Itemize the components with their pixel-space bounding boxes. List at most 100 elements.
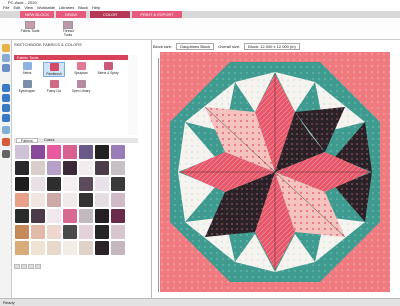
fabric-swatch[interactable] xyxy=(95,193,109,207)
block-name-field[interactable]: Dauphines Block xyxy=(176,43,215,50)
overall-size-field: Block: 12.000 x 12.000 (in) xyxy=(244,43,300,50)
fabric-swatch[interactable] xyxy=(63,241,77,255)
fabric-swatch[interactable] xyxy=(79,193,93,207)
fabric-tools-icon xyxy=(25,21,35,29)
fabric-swatch[interactable] xyxy=(31,177,45,191)
fabric-swatch[interactable] xyxy=(31,209,45,223)
panel-header: SKETCHBOOK FABRICS & COLORS xyxy=(14,42,82,47)
fabric-swatch[interactable] xyxy=(111,193,125,207)
color-wheel-icon[interactable] xyxy=(2,138,10,146)
fabric-swatch[interactable] xyxy=(79,241,93,255)
block-icon[interactable] xyxy=(2,44,10,52)
fabric-swatch[interactable] xyxy=(63,193,77,207)
fabric-swatch[interactable] xyxy=(31,145,45,159)
tab-new-block[interactable]: NEW BLOCK xyxy=(20,11,54,18)
fabric-swatch[interactable] xyxy=(63,225,77,239)
fabric-swatch[interactable] xyxy=(15,209,29,223)
fabric-swatch[interactable] xyxy=(79,209,93,223)
fabric-swatch[interactable] xyxy=(47,161,61,175)
tool-label: Fussy Cut xyxy=(46,89,62,93)
tab-color[interactable]: COLOR xyxy=(90,11,130,18)
fabric-swatch[interactable] xyxy=(79,177,93,191)
fabric-swatch[interactable] xyxy=(111,225,125,239)
fabric-swatch[interactable] xyxy=(79,145,93,159)
swatch-pager xyxy=(14,264,54,270)
page-last-button[interactable] xyxy=(35,264,41,269)
fabric-swatch[interactable] xyxy=(79,161,93,175)
panel-side-strip xyxy=(128,55,138,135)
fabric-swatch[interactable] xyxy=(31,161,45,175)
fabric-tools-button[interactable]: Fabric Tools xyxy=(20,21,40,37)
zoom-in-icon[interactable] xyxy=(2,84,10,92)
fabric-swatch[interactable] xyxy=(63,145,77,159)
fabric-swatch[interactable] xyxy=(63,177,77,191)
tab-print-export[interactable]: PRINT & EXPORT xyxy=(132,11,182,18)
fabric-swatch[interactable] xyxy=(95,161,109,175)
fabric-swatch[interactable] xyxy=(111,241,125,255)
status-bar: Ready xyxy=(0,298,400,306)
fabric-swatch[interactable] xyxy=(95,209,109,223)
project-icon[interactable] xyxy=(2,64,10,72)
tab-colors[interactable]: Colors xyxy=(40,138,58,143)
fabric-swatch[interactable] xyxy=(31,225,45,239)
fabric-swatch[interactable] xyxy=(111,177,125,191)
fabric-swatch[interactable] xyxy=(15,225,29,239)
quilt-block[interactable] xyxy=(160,52,390,292)
fabric-swatch[interactable] xyxy=(15,241,29,255)
thread-tools-button[interactable]: Thread Tools xyxy=(58,21,78,37)
tab-fabrics[interactable]: Fabrics xyxy=(16,138,38,143)
fabric-swatch[interactable] xyxy=(47,177,61,191)
select-spray-tool-button[interactable]: Select & Spray xyxy=(97,62,119,77)
pan-icon[interactable] xyxy=(2,126,10,134)
thread-tools-icon xyxy=(63,21,73,29)
fabric-swatch[interactable] xyxy=(47,145,61,159)
fabric-swatch[interactable] xyxy=(63,161,77,175)
fabric-swatch[interactable] xyxy=(79,225,93,239)
zoom-out-icon[interactable] xyxy=(2,94,10,102)
fabric-swatch[interactable] xyxy=(47,193,61,207)
open-library-tool-button[interactable]: Open Library xyxy=(70,80,92,95)
library-icon xyxy=(76,80,86,88)
fabric-swatch[interactable] xyxy=(31,241,45,255)
block-info-bar: Block size: Dauphines Block Overall size… xyxy=(153,43,300,50)
worktable-icon[interactable] xyxy=(2,54,10,62)
fabric-swatch[interactable] xyxy=(15,145,29,159)
fabric-swatch[interactable] xyxy=(111,145,125,159)
fussy-cut-tool-button[interactable]: Fussy Cut xyxy=(43,80,65,95)
fabric-swatch[interactable] xyxy=(111,161,125,175)
tool-label: Select xyxy=(22,71,32,75)
fabric-swatch[interactable] xyxy=(47,225,61,239)
fabric-swatch[interactable] xyxy=(31,193,45,207)
spraycan-tool-button[interactable]: Spraycan xyxy=(70,62,92,77)
fabric-swatch[interactable] xyxy=(95,145,109,159)
zoom-box-icon[interactable] xyxy=(2,114,10,122)
fabric-tools-header: Fabric Tools xyxy=(14,55,128,60)
fabric-swatch[interactable] xyxy=(47,209,61,223)
block-size-label: Block size: xyxy=(153,44,173,49)
fabric-swatch[interactable] xyxy=(15,161,29,175)
fabric-swatch[interactable] xyxy=(15,193,29,207)
paintbrush-icon xyxy=(49,63,59,71)
paintbrush-tool-button[interactable]: Paintbrush xyxy=(43,62,65,77)
fabric-swatch[interactable] xyxy=(95,177,109,191)
fabric-swatch[interactable] xyxy=(95,241,109,255)
fabric-swatch[interactable] xyxy=(111,209,125,223)
tool-label: Open Library xyxy=(71,89,91,93)
tool-label: Eyedropper xyxy=(18,89,36,93)
page-prev-button[interactable] xyxy=(21,264,27,269)
tab-draw[interactable]: DRAW xyxy=(56,11,86,18)
tool-label: Select & Spray xyxy=(97,71,119,75)
select-tool-button[interactable]: Select xyxy=(16,62,38,77)
zoom-fit-icon[interactable] xyxy=(2,104,10,112)
fabric-tools-label: Fabric Tools xyxy=(20,29,40,33)
fabric-swatch[interactable] xyxy=(95,225,109,239)
tool-label: Spraycan xyxy=(74,71,88,75)
fabric-swatch[interactable] xyxy=(15,177,29,191)
page-first-button[interactable] xyxy=(14,264,20,269)
eyedropper-tool-button[interactable]: Eyedropper xyxy=(16,80,38,95)
page-next-button[interactable] xyxy=(28,264,34,269)
left-toolbar xyxy=(0,40,12,298)
settings-icon[interactable] xyxy=(2,150,10,158)
fabric-swatch[interactable] xyxy=(63,209,77,223)
fabric-swatch[interactable] xyxy=(47,241,61,255)
